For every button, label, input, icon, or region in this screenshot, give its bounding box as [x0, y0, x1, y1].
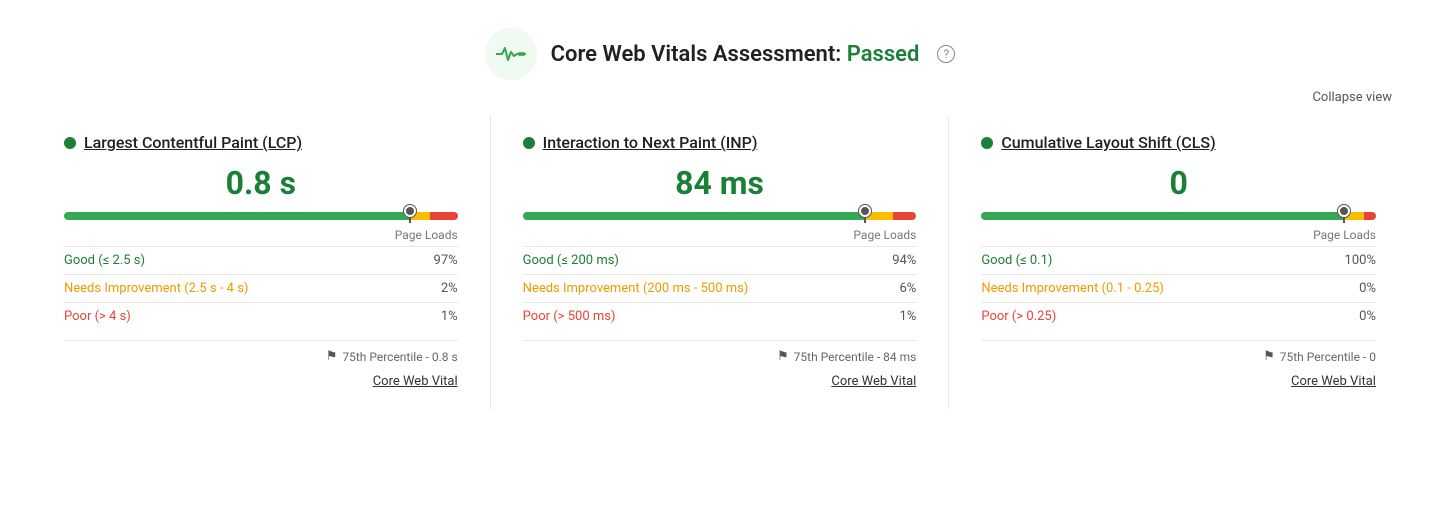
stat-row: Poor (> 4 s) 1%	[64, 303, 458, 331]
bar-green	[981, 212, 1344, 220]
stat-label: Poor (> 4 s)	[64, 303, 412, 331]
percentile-value: 75th Percentile - 0	[1280, 350, 1376, 364]
status-dot	[64, 137, 76, 149]
stat-label: Good (≤ 0.1)	[981, 247, 1318, 275]
status-dot	[981, 137, 993, 149]
stat-label: Good (≤ 200 ms)	[523, 247, 879, 275]
bar-wrapper	[981, 212, 1376, 220]
bar-red	[430, 212, 458, 220]
help-icon[interactable]: ?	[937, 45, 955, 63]
stat-row: Needs Improvement (200 ms - 500 ms) 6%	[523, 275, 917, 303]
bar-red	[1364, 212, 1376, 220]
status-dot	[523, 137, 535, 149]
bar-track	[523, 212, 917, 220]
stats-table: Good (≤ 0.1) 100% Needs Improvement (0.1…	[981, 246, 1376, 330]
metric-card-cls: Cumulative Layout Shift (CLS) 0 Page Loa…	[949, 117, 1408, 409]
metric-title[interactable]: Largest Contentful Paint (LCP)	[84, 133, 302, 152]
stat-label: Needs Improvement (0.1 - 0.25)	[981, 275, 1318, 303]
collapse-link[interactable]: Collapse view	[1312, 90, 1392, 105]
status-badge: Passed	[847, 42, 920, 67]
stat-row: Poor (> 500 ms) 1%	[523, 303, 917, 331]
bar-wrapper	[523, 212, 917, 220]
stat-value: 1%	[878, 303, 916, 331]
metric-title-row: Largest Contentful Paint (LCP)	[64, 133, 458, 152]
core-web-vital-link-wrapper: Core Web Vital	[64, 370, 458, 389]
percentile-value: 75th Percentile - 0.8 s	[342, 350, 457, 364]
bar-track	[981, 212, 1376, 220]
header-section: Core Web Vitals Assessment: Passed ?	[0, 0, 1440, 90]
core-web-vital-link[interactable]: Core Web Vital	[831, 374, 916, 389]
core-web-vital-link-wrapper: Core Web Vital	[981, 370, 1376, 389]
metric-card-inp: Interaction to Next Paint (INP) 84 ms Pa…	[491, 117, 950, 409]
title-prefix: Core Web Vitals Assessment:	[551, 42, 842, 67]
stat-label: Poor (> 0.25)	[981, 303, 1318, 331]
stat-row: Needs Improvement (2.5 s - 4 s) 2%	[64, 275, 458, 303]
stat-value: 0%	[1318, 303, 1376, 331]
stat-label: Needs Improvement (200 ms - 500 ms)	[523, 275, 879, 303]
percentile-row: ⚑ 75th Percentile - 0	[981, 340, 1376, 364]
bar-marker	[1343, 209, 1345, 223]
core-web-vital-link[interactable]: Core Web Vital	[373, 374, 458, 389]
stat-label: Needs Improvement (2.5 s - 4 s)	[64, 275, 412, 303]
bar-green	[64, 212, 410, 220]
page-loads-label: Page Loads	[64, 228, 458, 242]
stat-value: 0%	[1318, 275, 1376, 303]
bar-marker	[409, 209, 411, 223]
bar-wrapper	[64, 212, 458, 220]
percentile-row: ⚑ 75th Percentile - 84 ms	[523, 340, 917, 364]
metric-value: 0	[981, 164, 1376, 202]
bar-green	[523, 212, 865, 220]
metric-title[interactable]: Interaction to Next Paint (INP)	[543, 133, 758, 152]
stat-value: 94%	[878, 247, 916, 275]
percentile-row: ⚑ 75th Percentile - 0.8 s	[64, 340, 458, 364]
core-web-vital-link[interactable]: Core Web Vital	[1291, 374, 1376, 389]
percentile-icon: ⚑	[1263, 349, 1275, 364]
metric-title-row: Interaction to Next Paint (INP)	[523, 133, 917, 152]
page-loads-label: Page Loads	[981, 228, 1376, 242]
stat-row: Good (≤ 0.1) 100%	[981, 247, 1376, 275]
stat-row: Good (≤ 200 ms) 94%	[523, 247, 917, 275]
stat-value: 100%	[1318, 247, 1376, 275]
percentile-icon: ⚑	[326, 349, 338, 364]
metric-value: 0.8 s	[64, 164, 458, 202]
page-title: Core Web Vitals Assessment: Passed	[551, 42, 920, 67]
stat-row: Poor (> 0.25) 0%	[981, 303, 1376, 331]
stat-row: Needs Improvement (0.1 - 0.25) 0%	[981, 275, 1376, 303]
bar-red	[893, 212, 917, 220]
percentile-value: 75th Percentile - 84 ms	[794, 350, 917, 364]
stat-label: Good (≤ 2.5 s)	[64, 247, 412, 275]
page-loads-label: Page Loads	[523, 228, 917, 242]
metric-value: 84 ms	[523, 164, 917, 202]
vitals-icon	[496, 44, 526, 64]
stats-table: Good (≤ 2.5 s) 97% Needs Improvement (2.…	[64, 246, 458, 330]
metric-title[interactable]: Cumulative Layout Shift (CLS)	[1001, 133, 1215, 152]
stat-value: 1%	[412, 303, 458, 331]
stat-value: 6%	[878, 275, 916, 303]
metric-title-row: Cumulative Layout Shift (CLS)	[981, 133, 1376, 152]
percentile-icon: ⚑	[777, 349, 789, 364]
metrics-grid: Largest Contentful Paint (LCP) 0.8 s Pag…	[0, 117, 1440, 433]
vitals-icon-wrapper	[485, 28, 537, 80]
stat-row: Good (≤ 2.5 s) 97%	[64, 247, 458, 275]
collapse-row: Collapse view	[0, 90, 1440, 117]
bar-marker	[864, 209, 866, 223]
core-web-vital-link-wrapper: Core Web Vital	[523, 370, 917, 389]
stat-value: 97%	[412, 247, 458, 275]
stats-table: Good (≤ 200 ms) 94% Needs Improvement (2…	[523, 246, 917, 330]
bar-track	[64, 212, 458, 220]
metric-card-lcp: Largest Contentful Paint (LCP) 0.8 s Pag…	[32, 117, 491, 409]
stat-value: 2%	[412, 275, 458, 303]
stat-label: Poor (> 500 ms)	[523, 303, 879, 331]
